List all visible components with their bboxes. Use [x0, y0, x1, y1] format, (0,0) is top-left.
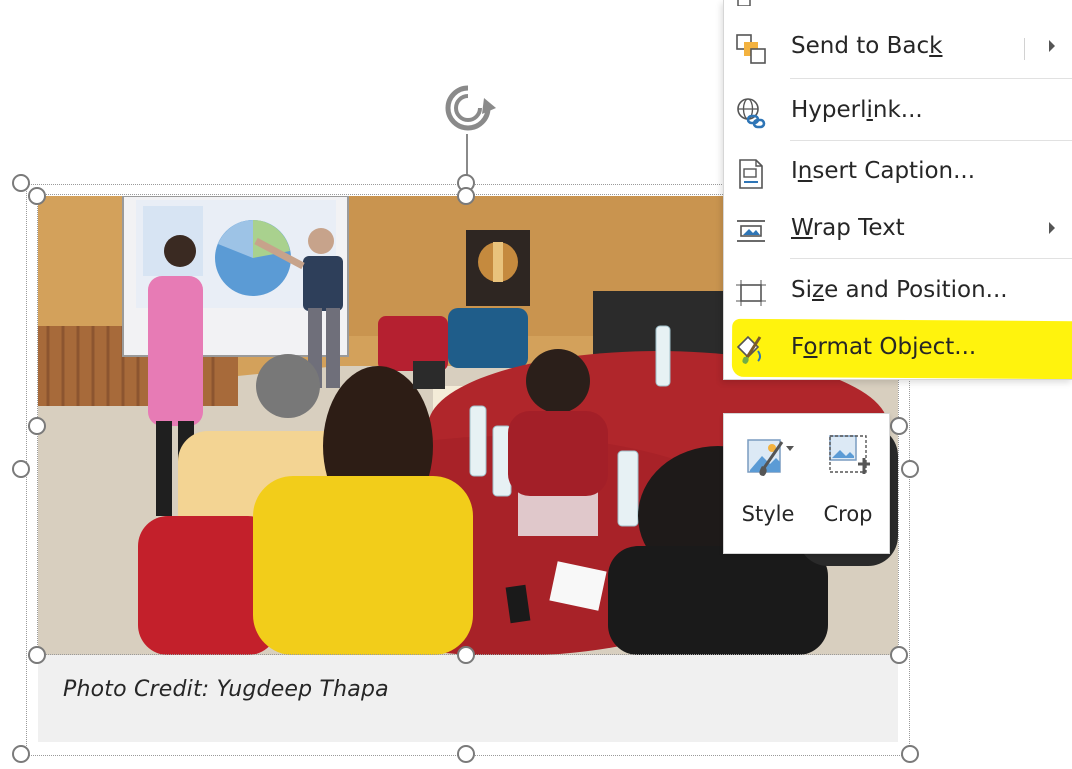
menu-separator	[790, 258, 1072, 259]
outer-handle-bottom-center[interactable]	[457, 745, 475, 763]
style-label: Style	[741, 502, 795, 526]
inner-handle-middle-right[interactable]	[890, 417, 908, 435]
hyperlink-icon	[737, 98, 766, 129]
outer-handle-bottom-left[interactable]	[12, 745, 30, 763]
inner-handle-bottom-center[interactable]	[457, 646, 475, 664]
insert-caption-icon	[739, 159, 763, 189]
menu-item-format-object[interactable]: Format Object...	[724, 321, 1072, 377]
inner-handle-middle-left[interactable]	[28, 417, 46, 435]
menu-item-wrap-text[interactable]: Wrap Text	[724, 202, 1072, 258]
crop-button[interactable]: Crop	[808, 414, 888, 554]
bring-forward-icon	[737, 0, 751, 6]
partial-menu-item[interactable]	[724, 0, 1072, 8]
menu-label-size-and-position: Size and Position...	[791, 277, 1008, 303]
rotate-icon[interactable]	[440, 80, 496, 136]
outer-handle-middle-left[interactable]	[12, 460, 30, 478]
context-menu: Send to Back Hyperlink... Insert Caption…	[723, 0, 1072, 380]
menu-item-hyperlink[interactable]: Hyperlink...	[724, 84, 1072, 140]
submenu-arrow-icon[interactable]	[1049, 40, 1055, 52]
send-to-back-icon	[736, 34, 766, 64]
inner-handle-bottom-left[interactable]	[28, 646, 46, 664]
size-position-icon	[736, 280, 766, 306]
inner-handle-bottom-right[interactable]	[890, 646, 908, 664]
format-object-icon	[736, 335, 762, 364]
caption-box[interactable]: Photo Credit: Yugdeep Thapa	[38, 655, 898, 742]
menu-separator	[790, 140, 1072, 141]
inner-handle-top-left[interactable]	[28, 187, 46, 205]
inner-handle-top-center[interactable]	[457, 187, 475, 205]
outer-handle-bottom-right[interactable]	[901, 745, 919, 763]
crop-icon	[829, 435, 870, 474]
menu-item-send-to-back[interactable]: Send to Back	[724, 20, 1072, 76]
style-button[interactable]: Style	[728, 414, 808, 554]
submenu-arrow-icon[interactable]	[1049, 222, 1055, 234]
menu-label-insert-caption: Insert Caption...	[791, 158, 976, 184]
picture-mini-toolbar: Style Crop	[723, 413, 890, 554]
menu-label-format-object: Format Object...	[791, 334, 977, 360]
menu-item-insert-caption[interactable]: Insert Caption...	[724, 145, 1072, 201]
outer-handle-top-left[interactable]	[12, 174, 30, 192]
crop-label: Crop	[823, 502, 873, 526]
menu-label-hyperlink: Hyperlink...	[791, 97, 923, 123]
outer-handle-middle-right[interactable]	[901, 460, 919, 478]
wrap-text-icon	[737, 220, 765, 242]
menu-separator	[790, 78, 1072, 79]
menu-label-send-to-back: Send to Back	[791, 33, 943, 59]
menu-item-size-and-position[interactable]: Size and Position...	[724, 264, 1072, 320]
picture-style-icon	[747, 439, 794, 476]
menu-label-wrap-text: Wrap Text	[791, 215, 905, 241]
rotate-handle-stem	[466, 134, 468, 176]
caption-text[interactable]: Photo Credit: Yugdeep Thapa	[63, 677, 389, 702]
